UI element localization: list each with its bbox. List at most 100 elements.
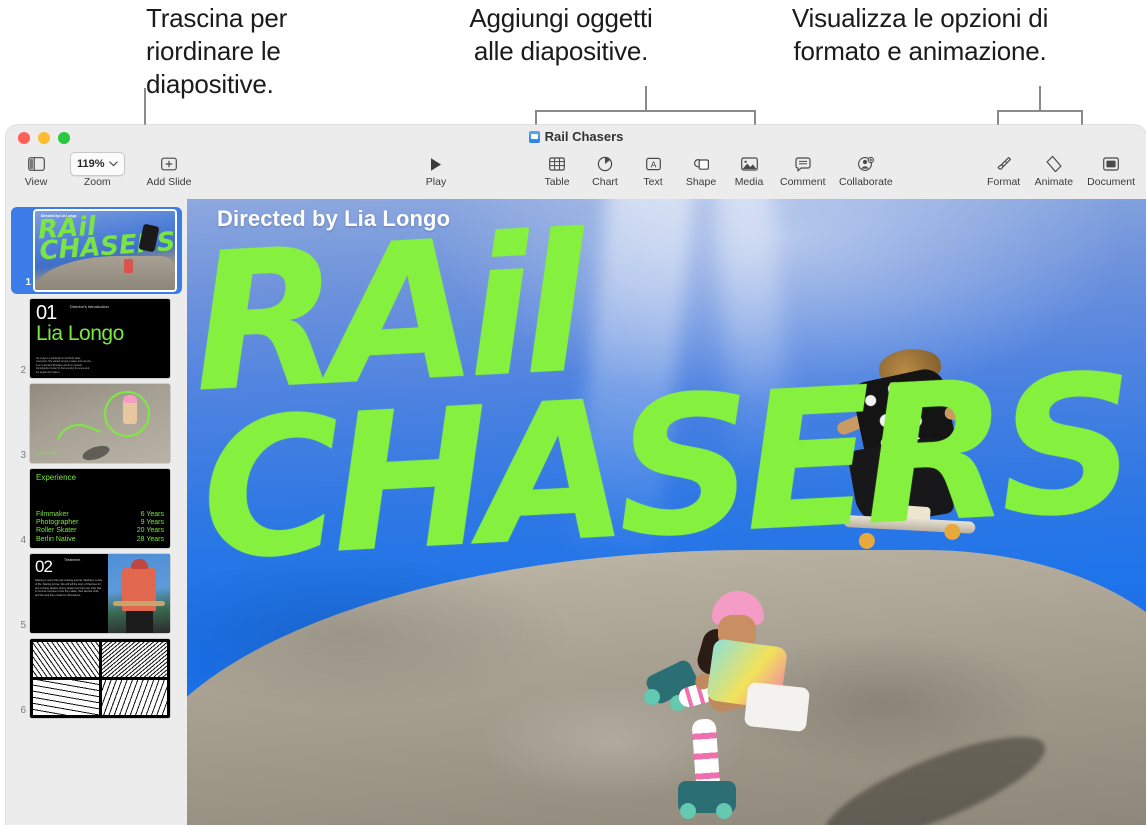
toolbar-right-group: Format Animate Document [980,151,1142,199]
storyboard-cell [33,680,99,715]
toolbar-insert-group: Table Chart A Text Shape Media Comment [533,151,833,199]
skate-wheel [679,802,696,819]
slide-thumbnail-content: 01 Director's Introduction Lia Longo Lia… [30,299,170,378]
skate-wheel [643,688,660,705]
chevron-down-icon [108,161,118,167]
callout-reorder-slides: Trascina per riordinare le diapositive. [146,3,288,99]
thumb-paragraph: Lia Longo is a participant in the Berlin… [36,357,91,374]
slide-title-text[interactable]: Directed by Lia Longo [217,206,450,232]
thumb-kicker: Director's Introduction [70,304,109,309]
graffiti-line-2: CHASERS [196,333,1132,603]
animate-button[interactable]: Animate [1028,151,1081,188]
thumb-legs-shape [125,609,153,633]
add-slide-button[interactable]: Add Slide [135,151,199,188]
row-value: 20 Years [136,527,164,535]
shape-button[interactable]: Shape [677,151,725,188]
slide-thumbnail-content: Experience Filmmaker 6 Years Photographe… [30,469,170,548]
slide-content[interactable]: RAil CHASERS Directed by Lia Longo [187,199,1146,825]
play-triangle-icon [429,154,443,174]
row-label: Berlin Native [36,535,76,543]
toolbar-collaborate-group: Collaborate [832,151,900,199]
row-label: Photographer [36,519,79,527]
comment-label: Comment [780,176,826,188]
table-row: Roller Skater 20 Years [36,527,164,535]
row-label: Roller Skater [36,527,77,535]
slide-number: 5 [20,620,26,631]
thumb-board-shape [113,601,166,607]
slide-thumbnail-3[interactable]: 3 (This is Lia) [6,381,187,466]
speech-bubble-icon [795,154,811,174]
slide-number: 3 [20,450,26,461]
slide-thumbnail-content: (This is Lia) [30,384,170,463]
view-button[interactable]: View [12,151,60,188]
slide-thumbnail-4[interactable]: 4 Experience Filmmaker 6 Years Photograp… [6,466,187,551]
person-add-icon [857,154,875,174]
thumb-heading: Experience [36,473,77,482]
graffiti-text-object[interactable]: RAil CHASERS [187,199,1132,603]
text-button[interactable]: A Text [629,151,677,188]
callout-leader-middle [645,86,647,111]
zoom-control[interactable]: 119% Zoom [60,151,135,188]
comment-button[interactable]: Comment [773,151,833,188]
slide-canvas[interactable]: RAil CHASERS Directed by Lia Longo [187,199,1146,825]
seated-skater-figure [638,589,838,819]
thumb-caption: (This is Lia) [38,451,57,455]
callout-leader-right [1039,86,1041,111]
table-row: Photographer 9 Years [36,519,164,527]
format-label: Format [986,176,1021,188]
girl-shorts [743,681,810,732]
storyboard-cell [101,680,167,715]
zoom-value-box[interactable]: 119% [70,152,125,176]
chart-button[interactable]: Chart [581,151,629,188]
shapes-icon [693,154,710,174]
diamond-icon [1045,154,1063,174]
window-titlebar: Rail Chasers [6,125,1146,151]
svg-text:A: A [650,159,656,169]
photo-icon [740,154,758,174]
play-label: Play [425,176,447,188]
slide-thumbnail-6[interactable]: 6 [6,636,187,721]
slide-number: 6 [20,705,26,716]
slide-thumbnail-content: Directed by Lia Longo RAil CHASERS [35,211,175,290]
window-body: 1 Directed by Lia Longo RAil CHASERS 2 0… [6,199,1146,825]
thumb-photo-column [108,554,170,633]
thumb-kicker: Treatment [64,558,81,562]
slide-thumbnail-5[interactable]: 5 02 Treatment Skating is more than just… [6,551,187,636]
toolbar-play-group: Play [412,151,460,199]
thumb-girl-shape [124,259,133,273]
skate-wheel [715,802,732,819]
keynote-document-icon [528,130,540,143]
keynote-window: Rail Chasers View 119% Zoom Add Slide Pl… [6,125,1146,825]
thumb-text-column: 02 Treatment Skating is more than just c… [30,554,108,633]
thumb-experience-rows: Filmmaker 6 Years Photographer 9 Years R… [36,511,164,544]
add-slide-label: Add Slide [146,176,192,188]
slide-number: 1 [25,277,31,288]
row-label: Filmmaker [36,510,69,518]
format-button[interactable]: Format [980,151,1028,188]
document-title-bar[interactable]: Rail Chasers [6,129,1146,144]
text-label: Text [643,176,663,188]
row-value: 6 Years [140,510,164,518]
media-button[interactable]: Media [725,151,773,188]
table-button[interactable]: Table [533,151,581,188]
media-label: Media [734,176,764,188]
collaborate-button[interactable]: Collaborate [832,151,900,188]
view-label: View [24,176,48,188]
row-value: 9 Years [140,519,164,527]
animate-label: Animate [1034,176,1074,188]
slide-thumbnail-1[interactable]: 1 Directed by Lia Longo RAil CHASERS [11,207,182,294]
slide-number: 4 [20,535,26,546]
toolbar-left-group: View 119% Zoom Add Slide [12,151,198,199]
play-button[interactable]: Play [412,151,460,188]
shape-label: Shape [685,176,717,188]
document-button[interactable]: Document [1080,151,1142,188]
slide-navigator[interactable]: 1 Directed by Lia Longo RAil CHASERS 2 0… [6,199,187,825]
document-title-text: Rail Chasers [544,129,624,144]
storyboard-cell [33,642,99,677]
slide-thumbnail-2[interactable]: 2 01 Director's Introduction Lia Longo L… [6,296,187,381]
table-row: Berlin Native 28 Years [36,536,164,544]
sidebar-panel-icon [27,154,45,174]
thumb-name: Lia Longo [36,322,124,345]
storyboard-cell [101,642,167,677]
slide-thumbnail-content: 02 Treatment Skating is more than just c… [30,554,170,633]
